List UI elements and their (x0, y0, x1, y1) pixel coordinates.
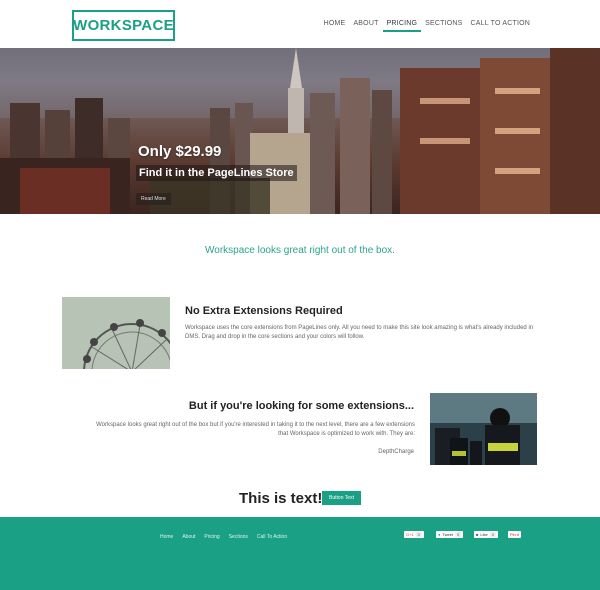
footer-nav-home[interactable]: Home (160, 534, 173, 540)
google-plus-count: 0 (415, 532, 422, 537)
tweet-count: 0 (455, 532, 462, 537)
site-header: WORKSPACE HOME ABOUT PRICING SECTIONS CA… (0, 0, 600, 48)
read-more-button[interactable]: Read More (136, 193, 171, 205)
hero-title: Only $29.99 (138, 143, 222, 160)
facebook-icon: ■ (476, 532, 479, 537)
twitter-icon: ● (438, 532, 441, 537)
nav-sections[interactable]: SECTIONS (421, 20, 466, 32)
feature2-title: But if you're looking for some extension… (188, 400, 414, 412)
google-plus-button[interactable]: G+1 0 (404, 531, 424, 538)
pinterest-label: Pin it (510, 532, 519, 537)
footer-nav-call-to-action[interactable]: Call To Action (257, 534, 287, 540)
feature1-text: Workspace uses the core extensions from … (185, 325, 534, 340)
tweet-button[interactable]: ● Tweet 0 (436, 531, 464, 538)
google-plus-label: G+1 (406, 532, 414, 537)
nav-about[interactable]: ABOUT (349, 20, 382, 32)
nav-home[interactable]: HOME (320, 20, 350, 32)
city-skyline-image (0, 48, 600, 214)
site-logo[interactable]: WORKSPACE (72, 10, 175, 41)
hero-subtitle: Find it in the PageLines Store (136, 165, 297, 181)
police-officers-image (430, 393, 537, 465)
callout-text: This is text! (239, 490, 323, 507)
callout-button[interactable]: Button Text (322, 491, 361, 505)
tweet-label: Tweet (442, 532, 454, 537)
depthcharge-link[interactable]: DepthCharge (378, 449, 414, 455)
pinterest-button[interactable]: Pin it (508, 531, 521, 538)
like-label: Like (480, 532, 488, 537)
nav-pricing[interactable]: PRICING (382, 20, 422, 32)
footer-nav: Home About Pricing Sections Call To Acti… (160, 534, 287, 540)
nav-call-to-action[interactable]: CALL TO ACTION (467, 20, 534, 32)
footer-nav-sections[interactable]: Sections (229, 534, 248, 540)
footer-nav-pricing[interactable]: Pricing (204, 534, 219, 540)
footer-nav-about[interactable]: About (182, 534, 195, 540)
tagline: Workspace looks great right out of the b… (205, 245, 395, 256)
logo-text: WORKSPACE (73, 17, 174, 34)
feature1-title: No Extra Extensions Required (185, 305, 343, 317)
like-count: 0 (489, 532, 496, 537)
page: WORKSPACE HOME ABOUT PRICING SECTIONS CA… (0, 0, 600, 590)
facebook-like-button[interactable]: ■ Like 0 (474, 531, 498, 538)
main-nav: HOME ABOUT PRICING SECTIONS CALL TO ACTI… (320, 20, 534, 32)
site-footer: Home About Pricing Sections Call To Acti… (0, 517, 600, 590)
hero-banner: Only $29.99 Find it in the PageLines Sto… (0, 48, 600, 214)
feature2-text: Workspace looks great right out of the b… (96, 422, 415, 437)
ferris-wheel-image (62, 297, 170, 369)
